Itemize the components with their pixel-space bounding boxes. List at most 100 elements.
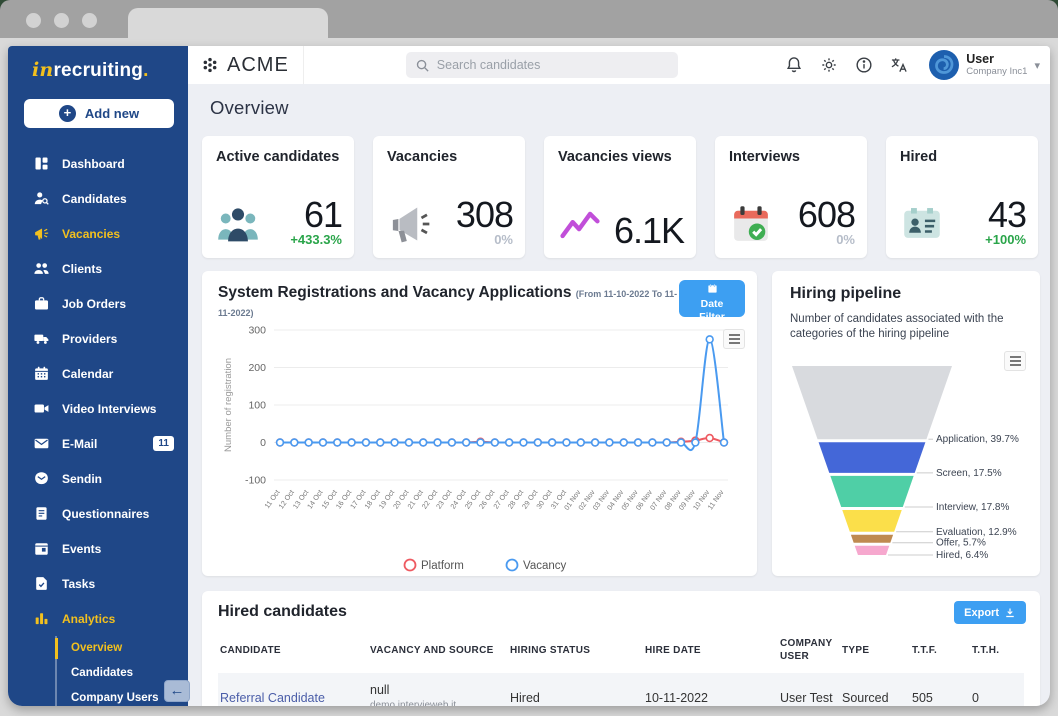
sidebar-item-e-mail[interactable]: E-Mail 11 bbox=[8, 426, 188, 461]
funnel-stage-label: Screen, 17.5% bbox=[936, 468, 1002, 479]
hiring-status-cell: Hired bbox=[510, 690, 540, 705]
download-icon bbox=[1006, 608, 1014, 617]
column-header-company: COMPANY USER bbox=[780, 638, 833, 662]
sidebar-item-label: Candidates bbox=[62, 191, 127, 206]
sidebar-collapse-button[interactable]: ← bbox=[164, 680, 190, 702]
column-header-status: HIRING STATUS bbox=[510, 644, 591, 656]
video-camera-icon bbox=[33, 400, 50, 417]
candidate-link[interactable]: Referral Candidate bbox=[220, 691, 325, 705]
sidebar-item-label: Events bbox=[62, 541, 102, 556]
card-value: 6.1K bbox=[613, 210, 685, 251]
sidebar-item-label: Dashboard bbox=[62, 156, 125, 171]
ttf-cell: 505 bbox=[912, 690, 933, 705]
funnel-stage-label: Hired, 6.4% bbox=[936, 550, 988, 561]
analytics-icon bbox=[33, 610, 50, 627]
sidebar-item-label: E-Mail bbox=[62, 436, 98, 451]
clients-icon bbox=[33, 260, 50, 277]
column-header-candidate: CANDIDATE bbox=[220, 644, 281, 656]
sidebar-item-tasks[interactable]: Tasks bbox=[8, 566, 188, 601]
pipeline-title: Hiring pipeline bbox=[790, 285, 902, 302]
card-title: Vacancies bbox=[387, 149, 458, 165]
date-filter-button[interactable]: Date Filter bbox=[679, 280, 745, 323]
legend-item-vacancy[interactable]: Vacancy bbox=[505, 558, 567, 573]
sidebar-item-label: Video Interviews bbox=[62, 401, 157, 416]
card-value: 61 bbox=[303, 194, 343, 235]
acme-logo-icon bbox=[200, 55, 220, 75]
email-count-badge: 11 bbox=[153, 436, 174, 451]
search-icon bbox=[415, 58, 430, 73]
sidebar-item-providers[interactable]: Providers bbox=[8, 321, 188, 356]
card-value: 608 bbox=[797, 194, 856, 235]
sidebar-item-video-interviews[interactable]: Video Interviews bbox=[8, 391, 188, 426]
bell-icon[interactable] bbox=[784, 55, 804, 75]
tasks-icon bbox=[33, 575, 50, 592]
registrations-chart-panel: System Registrations and Vacancy Applica… bbox=[202, 271, 757, 576]
send-mail-icon bbox=[33, 470, 50, 487]
card-title: Vacancies views bbox=[558, 149, 672, 165]
chart-context-menu-button[interactable] bbox=[723, 329, 745, 349]
hired-candidates-title: Hired candidates bbox=[218, 603, 347, 620]
id-card-icon bbox=[900, 202, 944, 246]
svg-text:200: 200 bbox=[248, 362, 266, 374]
export-button[interactable]: Export bbox=[954, 601, 1026, 624]
sidebar-item-clients[interactable]: Clients bbox=[8, 251, 188, 286]
hiring-pipeline-panel: Hiring pipeline Number of candidates ass… bbox=[772, 271, 1040, 576]
column-header-ttf: T.T.F. bbox=[912, 644, 938, 656]
browser-chrome bbox=[0, 0, 1058, 38]
sidebar-item-analytics[interactable]: Analytics bbox=[8, 601, 188, 636]
calendar-icon bbox=[707, 283, 717, 293]
window-close-button[interactable] bbox=[26, 13, 41, 28]
funnel-stage-label: Interview, 17.8% bbox=[936, 502, 1009, 513]
sidebar-item-vacancies[interactable]: Vacancies bbox=[8, 216, 188, 251]
funnel-stage-screen bbox=[818, 442, 926, 473]
chart-panels: System Registrations and Vacancy Applica… bbox=[202, 271, 1040, 576]
funnel-stage-application bbox=[792, 366, 952, 440]
svg-text:Vacancy: Vacancy bbox=[523, 560, 567, 572]
card-title: Hired bbox=[900, 149, 938, 165]
page-title: Overview bbox=[210, 97, 289, 118]
stat-card-vacancies: Vacancies 308 0% bbox=[373, 136, 525, 258]
sidebar-item-candidates[interactable]: Candidates bbox=[8, 181, 188, 216]
sidebar-nav: Dashboard Candidates Vacancies Clients Job O… bbox=[8, 146, 188, 636]
translate-icon[interactable] bbox=[889, 55, 909, 75]
funnel-stage-label: Offer, 5.7% bbox=[936, 538, 986, 549]
table-body: Referral Candidate null demo.intervieweb.i… bbox=[218, 673, 1024, 706]
card-delta: +433.3% bbox=[290, 232, 342, 247]
funnel-stage-label: Evaluation, 12.9% bbox=[936, 527, 1017, 538]
registrations-line-chart: 3002001000-100Number of registration11 O… bbox=[223, 325, 729, 573]
tth-cell: 0 bbox=[972, 690, 979, 705]
window-minimize-button[interactable] bbox=[54, 13, 69, 28]
page-header: Overview bbox=[188, 84, 1050, 132]
pipeline-context-menu-button[interactable] bbox=[1004, 351, 1026, 371]
sidebar-item-label: Vacancies bbox=[62, 226, 121, 241]
acme-brand-text: ACME bbox=[227, 53, 289, 76]
sidebar-item-label: Sendin bbox=[62, 471, 103, 486]
app-window: inrecruiting. + Add new Dashboard Candida… bbox=[8, 46, 1050, 706]
info-icon[interactable] bbox=[854, 55, 874, 75]
gear-icon[interactable] bbox=[819, 55, 839, 75]
search-box bbox=[405, 52, 678, 78]
sidebar-item-dashboard[interactable]: Dashboard bbox=[8, 146, 188, 181]
legend-item-platform[interactable]: Platform bbox=[403, 558, 464, 573]
calendar-check-icon bbox=[729, 202, 773, 246]
search-input[interactable] bbox=[436, 58, 669, 72]
sidebar-item-job-orders[interactable]: Job Orders bbox=[8, 286, 188, 321]
stat-card-active-candidates: Active candidates 61 +433.3% bbox=[202, 136, 354, 258]
user-menu[interactable]: User Company Inc1 ▾ bbox=[929, 50, 1040, 80]
sidebar-item-events[interactable]: Events bbox=[8, 531, 188, 566]
funnel-stage-interview bbox=[830, 475, 914, 507]
column-header-date: HIRE DATE bbox=[645, 644, 701, 656]
svg-text:-100: -100 bbox=[245, 475, 266, 487]
sidebar-item-label: Calendar bbox=[62, 366, 114, 381]
sidebar-item-calendar[interactable]: Calendar bbox=[8, 356, 188, 391]
calendar-icon bbox=[33, 365, 50, 382]
sidebar-item-sendin[interactable]: Sendin bbox=[8, 461, 188, 496]
add-new-button[interactable]: + Add new bbox=[24, 99, 174, 128]
sidebar-subitem-overview[interactable]: Overview bbox=[55, 636, 188, 661]
funnel-stage-hired bbox=[854, 545, 890, 555]
sidebar-item-questionnaires[interactable]: Questionnaires bbox=[8, 496, 188, 531]
briefcase-icon bbox=[33, 295, 50, 312]
content: Active candidates 61 +433.3% Vacancies 308 0%… bbox=[188, 132, 1050, 706]
browser-tab[interactable] bbox=[128, 8, 328, 38]
window-maximize-button[interactable] bbox=[82, 13, 97, 28]
